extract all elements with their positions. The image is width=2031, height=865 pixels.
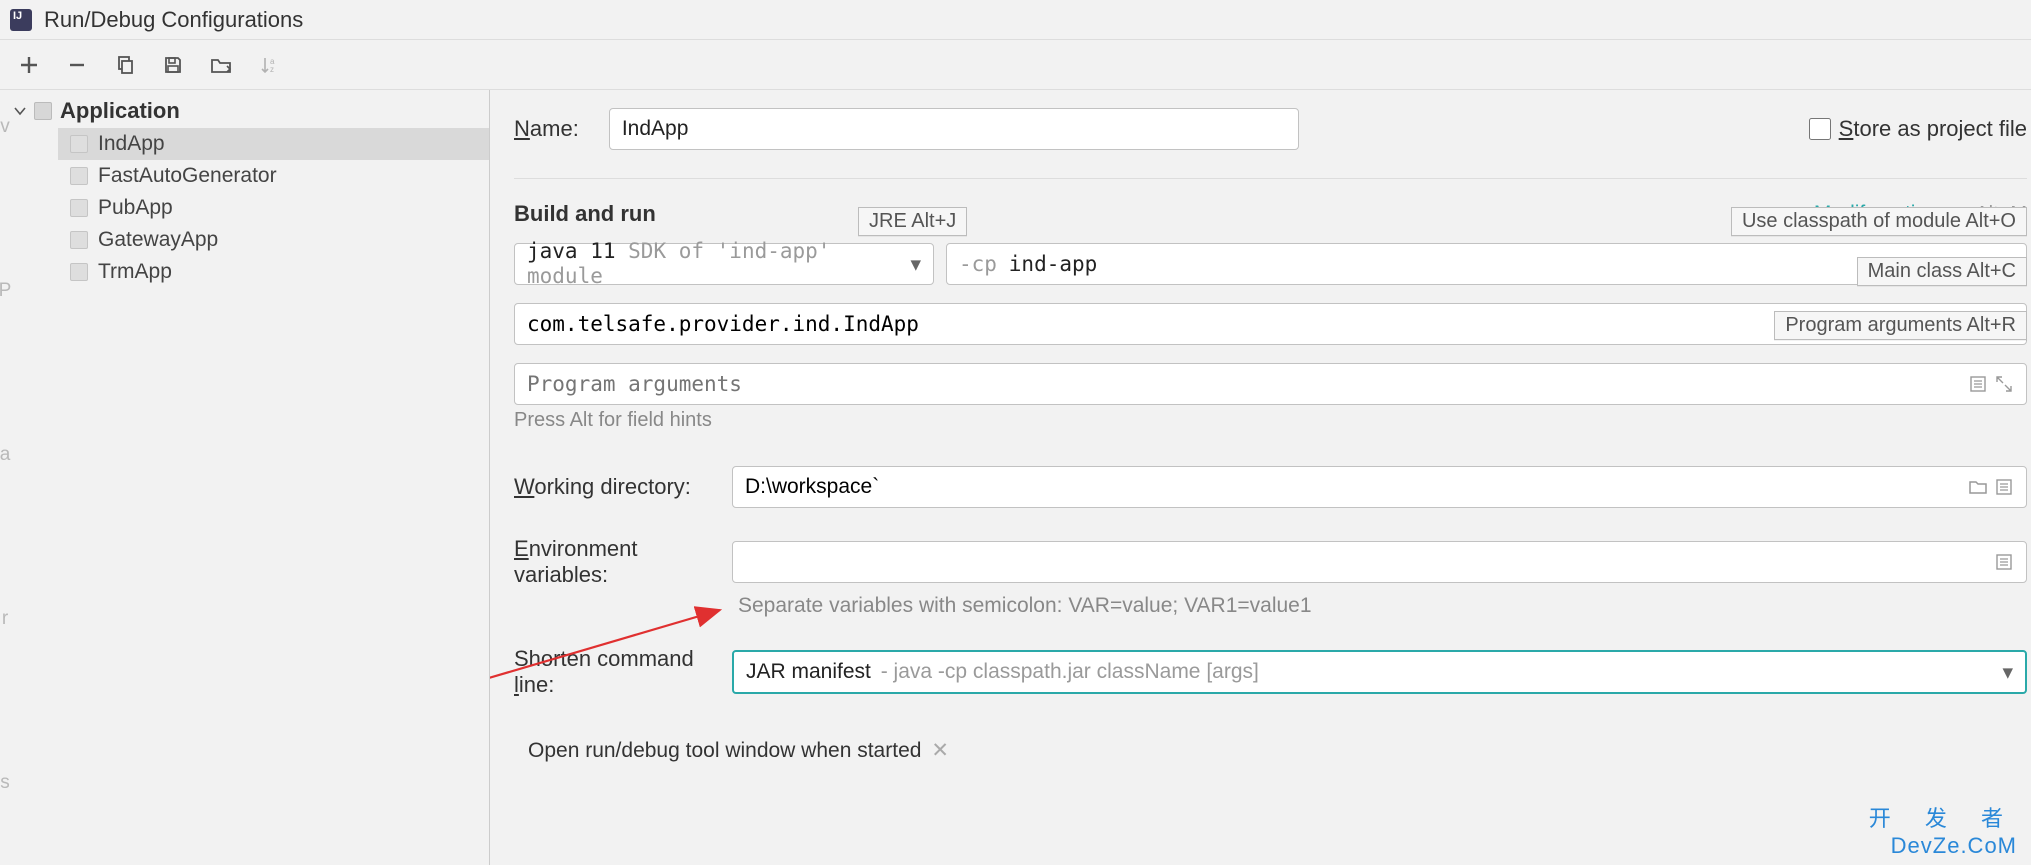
list-icon[interactable]	[1994, 477, 2014, 497]
list-icon[interactable]	[1968, 374, 1988, 394]
tree-item-indapp[interactable]: IndApp	[58, 128, 489, 160]
run-debug-dialog: Run/Debug Configurations az Application	[0, 0, 2031, 865]
remove-button[interactable]	[64, 52, 90, 78]
store-checkbox-box[interactable]	[1809, 118, 1831, 140]
config-icon	[70, 135, 88, 153]
build-and-run-title: Build and run	[514, 201, 656, 227]
configurations-tree: Application IndApp FastAutoGenerator PubAp…	[0, 90, 490, 865]
shorten-command-line-label: Shorten command line:	[514, 646, 732, 698]
svg-text:z: z	[270, 65, 274, 74]
tree-item-label: PubApp	[98, 196, 173, 220]
tree-item-label: IndApp	[98, 132, 165, 156]
caret-down-icon: ▾	[2002, 660, 2013, 685]
name-label: Name:	[514, 116, 579, 142]
store-as-project-file-checkbox[interactable]: Store as project file	[1809, 116, 2027, 142]
config-icon	[70, 263, 88, 281]
config-icon	[70, 199, 88, 217]
add-button[interactable]	[16, 52, 42, 78]
shorten-command-line-select[interactable]: JAR manifest - java -cp classpath.jar cl…	[732, 650, 2027, 694]
program-arguments-input[interactable]	[514, 363, 2027, 405]
jre-hint-tag: JRE Alt+J	[858, 207, 967, 236]
config-icon	[70, 231, 88, 249]
caret-down-icon: ▾	[910, 252, 921, 277]
env-vars-input[interactable]	[732, 541, 2027, 583]
folder-button[interactable]	[208, 52, 234, 78]
working-directory-label: Working directory:	[514, 474, 732, 500]
titlebar: Run/Debug Configurations	[0, 0, 2031, 40]
sort-button[interactable]: az	[256, 52, 282, 78]
open-tool-window-option[interactable]: Open run/debug tool window when started …	[514, 738, 2027, 763]
save-button[interactable]	[160, 52, 186, 78]
press-alt-hint: Press Alt for field hints	[514, 409, 2027, 432]
chevron-down-icon	[12, 103, 28, 119]
expand-icon[interactable]	[1994, 374, 2014, 394]
folder-icon[interactable]	[1968, 477, 1988, 497]
tree-item-fastautogenerator[interactable]: FastAutoGenerator	[58, 160, 489, 192]
working-directory-input[interactable]	[732, 466, 2027, 508]
close-icon[interactable]: ✕	[931, 738, 949, 763]
program-args-hint-tag: Program arguments Alt+R	[1774, 311, 2027, 340]
application-type-icon	[34, 102, 52, 120]
window-title: Run/Debug Configurations	[44, 7, 303, 33]
store-label: Store as project file	[1839, 116, 2027, 142]
content-area: Application IndApp FastAutoGenerator PubAp…	[0, 90, 2031, 865]
tree-item-label: GatewayApp	[98, 228, 218, 252]
toolbar: az	[0, 40, 2031, 90]
env-vars-label: Environment variables:	[514, 536, 732, 588]
config-icon	[70, 167, 88, 185]
config-editor: Name: Store as project file Build and ru…	[490, 90, 2031, 865]
tree-item-pubapp[interactable]: PubApp	[58, 192, 489, 224]
watermark: 开 发 者 DevZe.CoM	[1869, 801, 2017, 859]
tree-item-gatewayapp[interactable]: GatewayApp	[58, 224, 489, 256]
list-icon[interactable]	[1994, 552, 2014, 572]
name-input[interactable]	[609, 108, 1299, 150]
classpath-hint-tag: Use classpath of module Alt+O	[1731, 207, 2027, 236]
tree-item-trmapp[interactable]: TrmApp	[58, 256, 489, 288]
copy-button[interactable]	[112, 52, 138, 78]
main-class-hint-tag: Main class Alt+C	[1857, 257, 2027, 286]
tree-item-label: TrmApp	[98, 260, 172, 284]
tree-root-label: Application	[60, 98, 180, 124]
env-vars-hint: Separate variables with semicolon: VAR=v…	[738, 594, 2027, 618]
jre-select[interactable]: java 11 SDK of 'ind-app' module ▾	[514, 243, 934, 285]
tree-root-application[interactable]: Application	[0, 94, 489, 128]
tree-item-label: FastAutoGenerator	[98, 164, 277, 188]
app-icon	[10, 9, 32, 31]
